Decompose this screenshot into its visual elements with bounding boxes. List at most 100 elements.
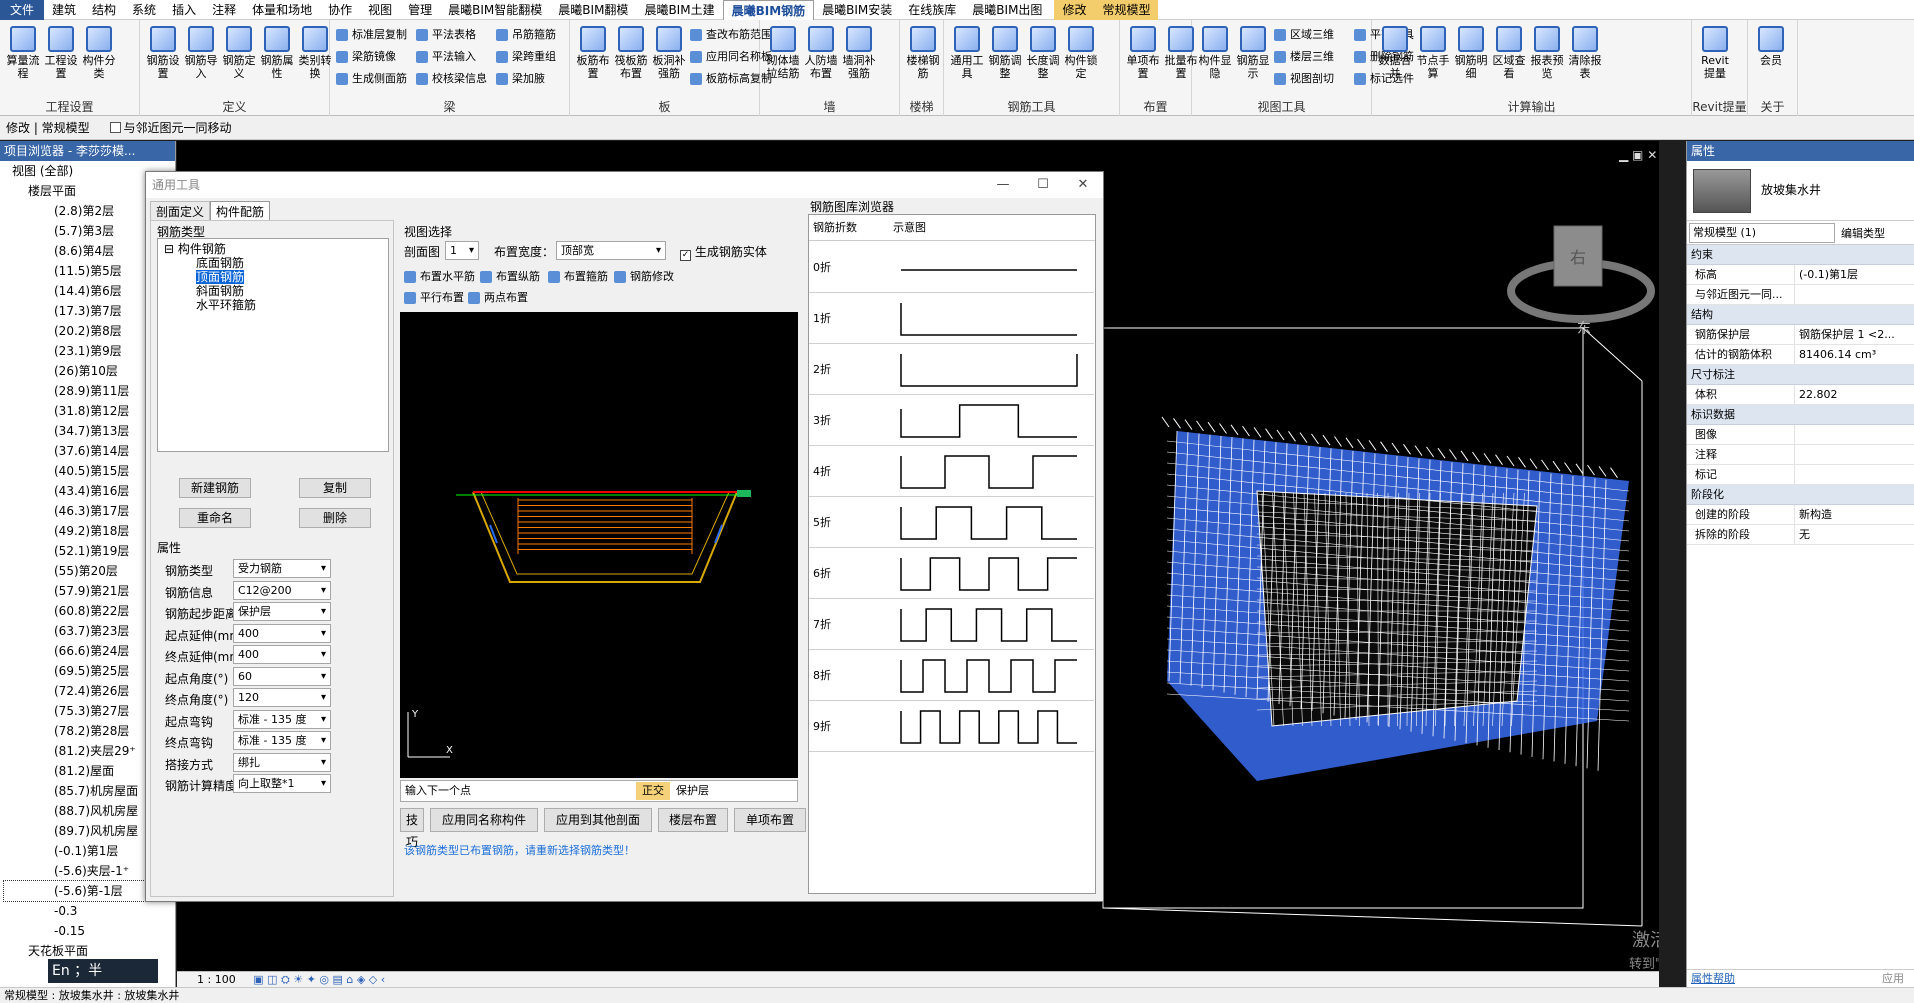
ribbon-button[interactable]: 类别转换 — [296, 26, 334, 80]
section-tool-button[interactable]: 两点布置 — [466, 289, 528, 307]
prop-value[interactable]: 22.802 — [1795, 385, 1914, 404]
gallery-row[interactable]: 1折 — [809, 293, 1094, 344]
gallery-row[interactable]: 0折 — [809, 242, 1094, 293]
ribbon-button[interactable]: 单项布置 — [1124, 26, 1162, 80]
ribbon-button[interactable]: 板筋布置 — [574, 26, 612, 80]
ribbon-button[interactable]: 通用工具 — [948, 26, 986, 80]
gallery-row[interactable]: 9折 — [809, 701, 1094, 752]
ortho-toggle[interactable]: 正交 — [636, 782, 670, 800]
type-selector[interactable]: 常规模型 (1) — [1689, 222, 1835, 243]
prop-value[interactable]: 钢筋保护层 1 <2... — [1795, 325, 1914, 344]
gallery-row[interactable]: 6折 — [809, 548, 1094, 599]
tab-6[interactable]: 协作 — [320, 0, 360, 20]
ribbon-small-button[interactable]: 标准层复制 — [334, 26, 407, 44]
tab-10[interactable]: 晨曦BIM翻模 — [550, 0, 636, 20]
move-with-neighbors[interactable]: 与邻近图元一同移动 — [109, 121, 232, 135]
rebar-prop-field[interactable]: 标准 - 135 度 — [233, 731, 331, 750]
tree-ceiling-plans[interactable]: 天花板平面 — [4, 941, 175, 961]
rebar-prop-field[interactable]: 向上取整*1 — [233, 774, 331, 793]
gen-solid-checkbox[interactable]: ✓ 生成钢筋实体 — [680, 243, 767, 261]
ribbon-small-button[interactable]: 梁跨重组 — [494, 48, 556, 66]
ribbon-small-button[interactable]: 楼层三维 — [1272, 48, 1334, 66]
tab-0[interactable]: 建筑 — [44, 0, 84, 20]
ribbon-button[interactable]: 人防墙布置 — [802, 26, 840, 80]
edit-type-button[interactable]: 编辑类型 — [1841, 225, 1885, 241]
ribbon-button[interactable]: 区域查看 — [1490, 26, 1528, 80]
section-tool-button[interactable]: 布置箍筋 — [546, 268, 608, 286]
ribbon-small-button[interactable]: 平法输入 — [414, 48, 476, 66]
prop-value[interactable] — [1795, 445, 1914, 464]
tab-13[interactable]: 晨曦BIM安装 — [814, 0, 900, 20]
ribbon-small-button[interactable]: 梁筋镜像 — [334, 48, 396, 66]
properties-help-link[interactable]: 属性帮助 — [1691, 972, 1735, 985]
gallery-row[interactable]: 7折 — [809, 599, 1094, 650]
tree-rebar-item[interactable]: 水平环箍筋 — [196, 298, 388, 312]
ime-indicator[interactable]: En ；半 — [48, 959, 158, 983]
rebar-prop-field[interactable]: 受力钢筋 — [233, 559, 331, 578]
dialog-action-button[interactable]: 单项布置 — [734, 808, 806, 832]
ribbon-small-button[interactable]: 平法表格 — [414, 26, 476, 44]
ribbon-small-button[interactable]: 区域三维 — [1272, 26, 1334, 44]
copy-button[interactable]: 复制 — [299, 478, 371, 498]
prop-value[interactable]: 81406.14 cm³ — [1795, 345, 1914, 364]
ribbon-button[interactable]: 钢筋定义 — [220, 26, 258, 80]
gallery-row[interactable]: 8折 — [809, 650, 1094, 701]
cover-select[interactable]: 保护层 — [676, 782, 726, 800]
tree-rebar-item[interactable]: 斜面钢筋 — [196, 284, 388, 298]
viewport-window-controls[interactable]: ▁ ▣ ✕ — [1619, 148, 1657, 162]
dialog-action-button[interactable]: 楼层布置 — [658, 808, 728, 832]
tree-level-item[interactable]: -0.15 — [4, 921, 175, 941]
ribbon-small-button[interactable]: 视图剖切 — [1272, 70, 1334, 88]
tab-7[interactable]: 视图 — [360, 0, 400, 20]
tab-1[interactable]: 结构 — [84, 0, 124, 20]
tab-4[interactable]: 注释 — [204, 0, 244, 20]
rename-button[interactable]: 重命名 — [179, 508, 251, 528]
ribbon-button[interactable]: Revit提量 — [1696, 26, 1734, 80]
ribbon-button[interactable]: 筏板筋布置 — [612, 26, 650, 80]
tab-5[interactable]: 体量和场地 — [244, 0, 320, 20]
dialog-action-button[interactable]: 技巧 — [400, 808, 424, 849]
prop-value[interactable] — [1795, 425, 1914, 444]
ribbon-button[interactable]: 会员 — [1752, 26, 1790, 67]
prop-section[interactable]: 阶段化 — [1687, 485, 1914, 505]
width-select[interactable]: 顶部宽 — [556, 241, 666, 260]
gallery-row[interactable]: 3折 — [809, 395, 1094, 446]
prop-value[interactable]: (-0.1)第1层 — [1795, 265, 1914, 284]
ribbon-button[interactable]: 节点手算 — [1414, 26, 1452, 80]
tab-8[interactable]: 管理 — [400, 0, 440, 20]
rebar-prop-field[interactable]: C12@200 — [233, 580, 331, 600]
ribbon-button[interactable]: 钢筋导入 — [182, 26, 220, 80]
prop-section[interactable]: 结构 — [1687, 305, 1914, 325]
tab-context[interactable]: 常规模型 — [1094, 0, 1159, 20]
prop-value[interactable]: 无 — [1795, 525, 1914, 544]
rebar-prop-field[interactable]: 400 — [233, 645, 331, 664]
section-tool-button[interactable]: 布置水平筋 — [402, 268, 475, 286]
tree-level-item[interactable]: -0.3 — [4, 901, 175, 921]
rebar-prop-field[interactable]: 60 — [233, 666, 331, 686]
tab-3[interactable]: 插入 — [164, 0, 204, 20]
ribbon-button[interactable]: 楼梯钢筋 — [904, 26, 942, 80]
ribbon-button[interactable]: 工程设置 — [42, 26, 80, 80]
prop-section[interactable]: 约束 — [1687, 245, 1914, 265]
rebar-prop-field[interactable]: 绑扎 — [233, 752, 331, 772]
ribbon-button[interactable]: 报表预览 — [1528, 26, 1566, 80]
ribbon-button[interactable]: 板洞补强筋 — [650, 26, 688, 80]
tab-section-define[interactable]: 剖面定义 — [150, 201, 211, 221]
rebar-prop-field[interactable]: 120 — [233, 688, 331, 707]
ribbon-button[interactable]: 砌体墙拉结筋 — [764, 26, 802, 80]
ribbon-button[interactable]: 构件显隐 — [1196, 26, 1234, 80]
ribbon-button[interactable]: 钢筋属性 — [258, 26, 296, 80]
gallery-row[interactable]: 4折 — [809, 446, 1094, 497]
ribbon-button[interactable]: 钢筋显示 — [1234, 26, 1272, 80]
ribbon-small-button[interactable]: 校核梁信息 — [414, 70, 487, 88]
ribbon-button[interactable]: 清除报表 — [1566, 26, 1604, 80]
ribbon-button[interactable]: 数据合并 — [1376, 26, 1414, 80]
tab-11[interactable]: 晨曦BIM土建 — [636, 0, 722, 20]
ribbon-button[interactable]: 算量流程 — [4, 26, 42, 80]
section-select[interactable]: 1 — [445, 241, 479, 260]
ribbon-button[interactable]: 构件分类 — [80, 26, 118, 80]
ribbon-button[interactable]: 长度调整 — [1024, 26, 1062, 80]
section-tool-button[interactable]: 平行布置 — [402, 289, 464, 307]
delete-button[interactable]: 删除 — [299, 508, 371, 528]
ribbon-small-button[interactable]: 梁加腋 — [494, 70, 545, 88]
